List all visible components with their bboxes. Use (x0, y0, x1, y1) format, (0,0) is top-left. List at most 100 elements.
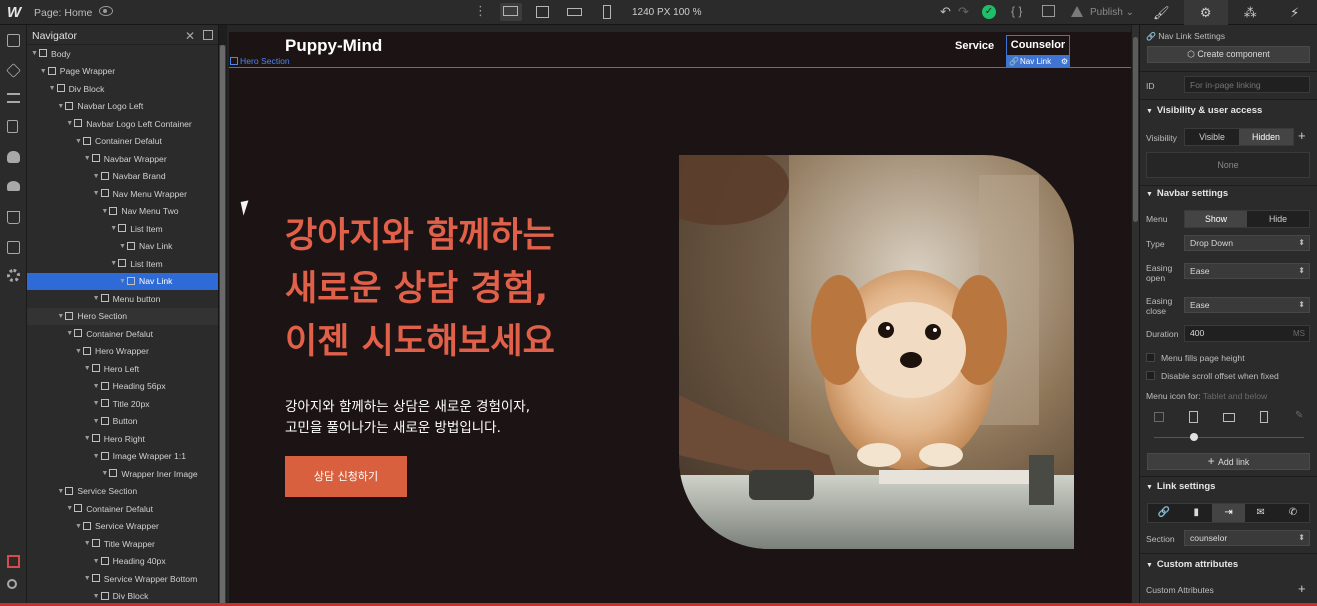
navigator-item[interactable]: ▼ Service Section (27, 483, 218, 501)
expand-caret-icon[interactable]: ▼ (93, 383, 100, 390)
navigator-item[interactable]: ▼ Title Wrapper (27, 535, 218, 553)
visibility-section-header[interactable]: ▼ Visibility & user access (1146, 105, 1262, 116)
undo-icon[interactable]: ↶ (940, 4, 951, 20)
breakpoint-mobile-landscape-button[interactable] (564, 3, 586, 21)
tablet-icon[interactable] (1189, 411, 1198, 423)
expand-caret-icon[interactable]: ▼ (57, 103, 64, 110)
hero-cta-button[interactable]: 상담 신청하기 (285, 456, 407, 497)
expand-caret-icon[interactable]: ▼ (119, 278, 126, 285)
element-settings-gear-icon[interactable]: ⚙ (1061, 56, 1068, 67)
desktop-icon[interactable] (1154, 412, 1164, 422)
breakpoint-slider-handle[interactable] (1190, 433, 1198, 441)
duration-input[interactable]: 400 MS (1184, 325, 1310, 342)
expand-caret-icon[interactable]: ▼ (84, 155, 91, 162)
expand-caret-icon[interactable]: ▼ (31, 50, 38, 57)
navigator-item[interactable]: ▼ Nav Link (27, 238, 218, 256)
expand-caret-icon[interactable]: ▼ (84, 540, 91, 547)
expand-caret-icon[interactable]: ▼ (75, 523, 82, 530)
audit-icon[interactable] (7, 555, 20, 568)
expand-caret-icon[interactable]: ▼ (84, 365, 91, 372)
hero-subtitle[interactable]: 강아지와 함께하는 상담은 새로운 경험이자, 고민을 풀어나가는 새로운 방법… (285, 397, 615, 439)
expand-caret-icon[interactable]: ▼ (93, 453, 100, 460)
url-link-icon[interactable]: 🔗 (1148, 504, 1180, 522)
collapse-x-icon[interactable]: ✕ (185, 29, 195, 43)
navigator-item[interactable]: ▼ Navbar Wrapper (27, 150, 218, 168)
navigator-item[interactable]: ▼ Nav Menu Two (27, 203, 218, 221)
expand-caret-icon[interactable]: ▼ (93, 295, 100, 302)
easing-close-select[interactable]: Ease (1184, 297, 1310, 313)
menu-hide-option[interactable]: Hide (1247, 211, 1309, 227)
cms-database-icon[interactable] (7, 151, 20, 163)
search-icon[interactable] (7, 579, 17, 589)
settings-gear-icon[interactable] (7, 269, 20, 282)
navigator-item[interactable]: ▼ Service Wrapper Bottom (27, 570, 218, 588)
expand-caret-icon[interactable]: ▼ (57, 313, 64, 320)
navigator-item[interactable]: ▼ Container Defalut (27, 500, 218, 518)
navigator-item[interactable]: ▼ Container Defalut (27, 325, 218, 343)
expand-caret-icon[interactable]: ▼ (66, 505, 73, 512)
components-cube-icon[interactable] (6, 63, 21, 78)
expand-caret-icon[interactable]: ▼ (93, 418, 100, 425)
page-link-icon[interactable]: ▮ (1180, 504, 1212, 522)
visible-option[interactable]: Visible (1185, 129, 1239, 145)
navigator-item[interactable]: ▼ Navbar Logo Left Container (27, 115, 218, 133)
navigator-item[interactable]: ▼ Container Defalut (27, 133, 218, 151)
preview-eye-icon[interactable] (99, 6, 113, 16)
breakpoint-tablet-landscape-button[interactable] (532, 3, 554, 21)
expand-caret-icon[interactable]: ▼ (93, 173, 100, 180)
expand-caret-icon[interactable]: ▼ (84, 435, 91, 442)
hidden-option[interactable]: Hidden (1239, 129, 1293, 145)
navigator-item[interactable]: ▼ Page Wrapper (27, 63, 218, 81)
navigator-item[interactable]: ▼ Heading 56px (27, 378, 218, 396)
add-condition-plus-icon[interactable]: + (1298, 128, 1306, 143)
code-icon[interactable]: { } (1011, 4, 1022, 18)
style-tab-brush-icon[interactable]: 🖌 (1139, 0, 1184, 25)
add-panel-plus-icon[interactable] (7, 34, 20, 47)
menu-show-option[interactable]: Show (1185, 211, 1247, 227)
redo-icon[interactable]: ↷ (958, 4, 969, 20)
navbar-section-header[interactable]: ▼ Navbar settings (1146, 188, 1228, 199)
navigator-item[interactable]: ▼ Navbar Logo Left (27, 98, 218, 116)
section-link-icon[interactable]: ⇥ (1212, 504, 1245, 522)
hero-puppy-image[interactable] (679, 155, 1074, 549)
navigator-layers-icon[interactable] (7, 93, 20, 103)
navigator-item[interactable]: ▼ Nav Link (27, 272, 218, 290)
navigator-item[interactable]: ▼ Image Wrapper 1:1 (27, 448, 218, 466)
canvas-scrollbar[interactable] (1131, 25, 1139, 606)
link-section-header[interactable]: ▼ Link settings (1146, 481, 1215, 492)
custom-attrs-section-header[interactable]: ▼ Custom attributes (1146, 559, 1238, 570)
navigator-item[interactable]: ▼ Menu button (27, 290, 218, 308)
navigator-item[interactable]: ▼ Navbar Brand (27, 168, 218, 186)
ecommerce-cart-icon[interactable] (7, 211, 20, 224)
mobile-portrait-icon[interactable] (1260, 411, 1268, 423)
navigator-scrollbar[interactable] (219, 45, 226, 606)
id-input[interactable] (1184, 76, 1310, 93)
add-link-button[interactable]: + Add link (1147, 453, 1310, 470)
navigator-item[interactable]: ▼ Hero Left (27, 360, 218, 378)
expand-caret-icon[interactable]: ▼ (101, 470, 108, 477)
navbar-brand[interactable]: Puppy-Mind (285, 36, 382, 56)
easing-open-select[interactable]: Ease (1184, 263, 1310, 279)
navigator-item[interactable]: ▼ Title 20px (27, 395, 218, 413)
add-attribute-plus-icon[interactable]: + (1298, 581, 1306, 596)
expand-caret-icon[interactable]: ▼ (93, 558, 100, 565)
menu-fills-checkbox[interactable] (1146, 353, 1155, 362)
navigator-item[interactable]: ▼ Nav Menu Wrapper (27, 185, 218, 203)
expand-caret-icon[interactable]: ▼ (75, 138, 82, 145)
navigator-item[interactable]: ▼ Body (27, 45, 218, 63)
disable-scroll-checkbox[interactable] (1146, 371, 1155, 380)
expand-caret-icon[interactable]: ▼ (110, 225, 117, 232)
expand-caret-icon[interactable]: ▼ (75, 348, 82, 355)
expand-caret-icon[interactable]: ▼ (93, 400, 100, 407)
navigator-item[interactable]: ▼ Hero Right (27, 430, 218, 448)
nav-link-service[interactable]: Service (955, 40, 994, 52)
section-select[interactable]: counselor (1184, 530, 1310, 546)
pencil-icon[interactable]: ✎ (1295, 410, 1303, 421)
mobile-landscape-icon[interactable] (1223, 413, 1235, 422)
phone-link-icon[interactable]: ✆ (1277, 504, 1309, 522)
export-icon[interactable] (1042, 5, 1055, 17)
breakpoint-slider-track[interactable] (1154, 437, 1304, 438)
navigator-item[interactable]: ▼ Div Block (27, 80, 218, 98)
navigator-item[interactable]: ▼ List Item (27, 255, 218, 273)
expand-caret-icon[interactable]: ▼ (49, 85, 56, 92)
